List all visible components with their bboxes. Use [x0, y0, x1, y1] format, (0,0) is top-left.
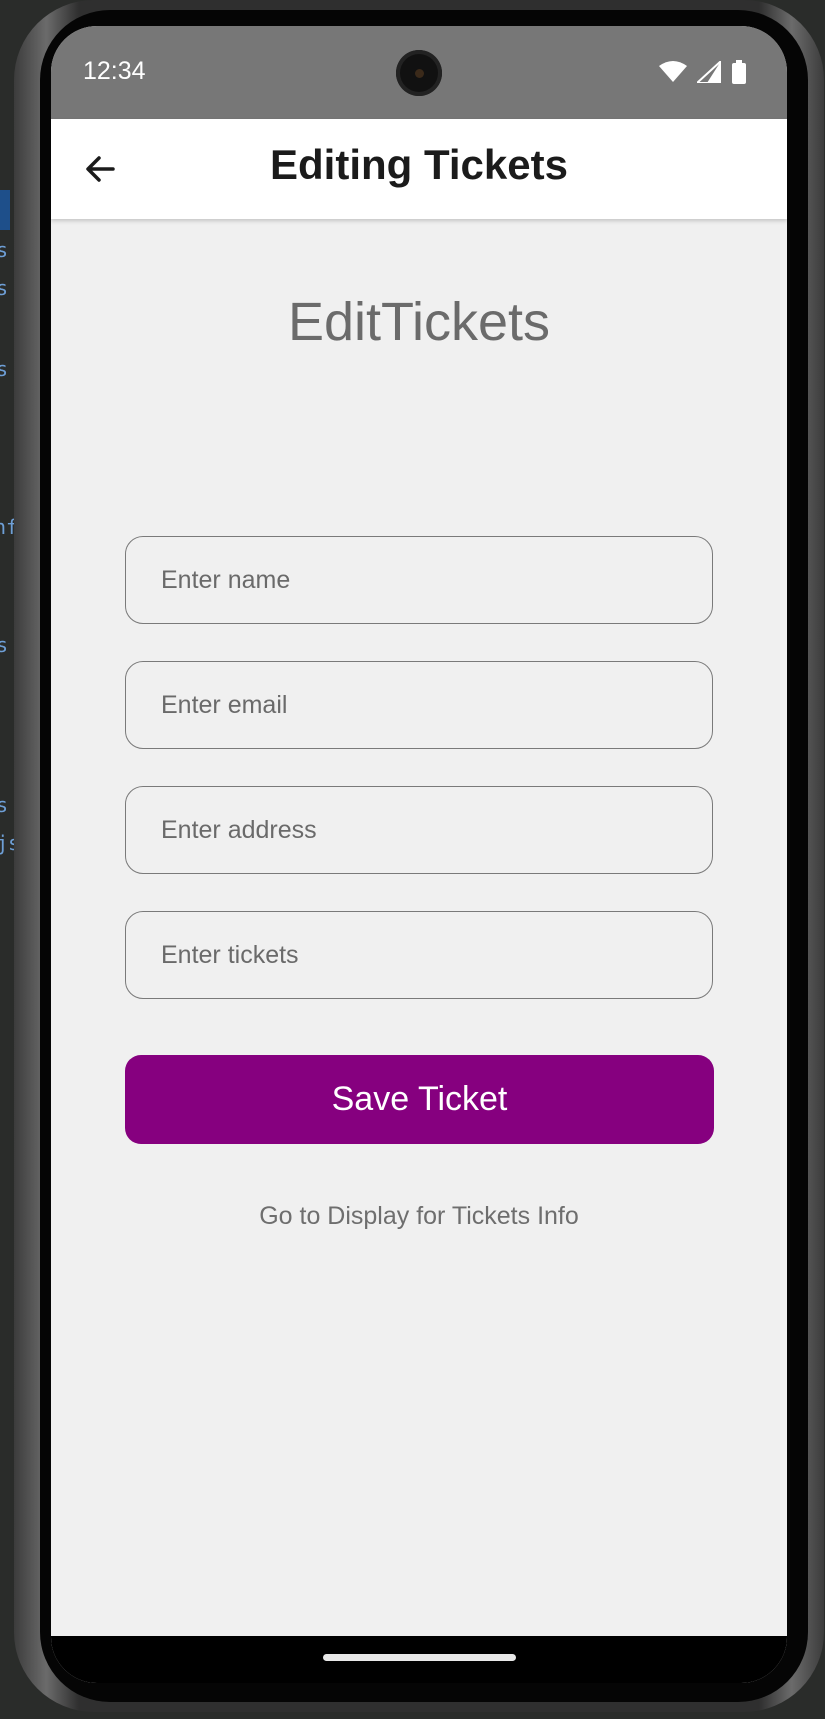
page-heading: EditTickets — [287, 292, 551, 352]
tickets-input[interactable] — [125, 911, 713, 999]
gesture-nav-bar — [51, 1636, 787, 1683]
wifi-icon — [659, 61, 687, 82]
ide-fragment: s — [0, 276, 9, 300]
front-camera — [396, 50, 442, 96]
display-tickets-link[interactable]: Go to Display for Tickets Info — [51, 1202, 787, 1231]
address-input[interactable] — [125, 786, 713, 874]
signal-icon — [697, 61, 721, 83]
ide-fragment: s — [0, 357, 9, 381]
status-bar: 12:34 — [51, 26, 787, 119]
phone-screen: 12:34 Editing Tickets EditTickets Enter … — [51, 26, 787, 1683]
battery-icon — [732, 60, 746, 84]
home-gesture-handle[interactable] — [323, 1654, 516, 1661]
ide-selection-marker — [0, 190, 10, 230]
email-input[interactable] — [125, 661, 713, 749]
app-bar: Editing Tickets — [51, 119, 787, 219]
status-icons — [659, 60, 747, 84]
status-time: 12:34 — [83, 57, 146, 85]
app-bar-title: Editing Tickets — [270, 141, 568, 188]
save-ticket-button[interactable]: Save Ticket — [125, 1055, 714, 1144]
ide-fragment: s — [0, 793, 9, 817]
desktop-background: s s s nf s s js 12:34 — [0, 0, 825, 1719]
name-input[interactable] — [125, 536, 713, 624]
ide-fragment: s — [0, 633, 9, 657]
ide-fragment: s — [0, 238, 9, 262]
